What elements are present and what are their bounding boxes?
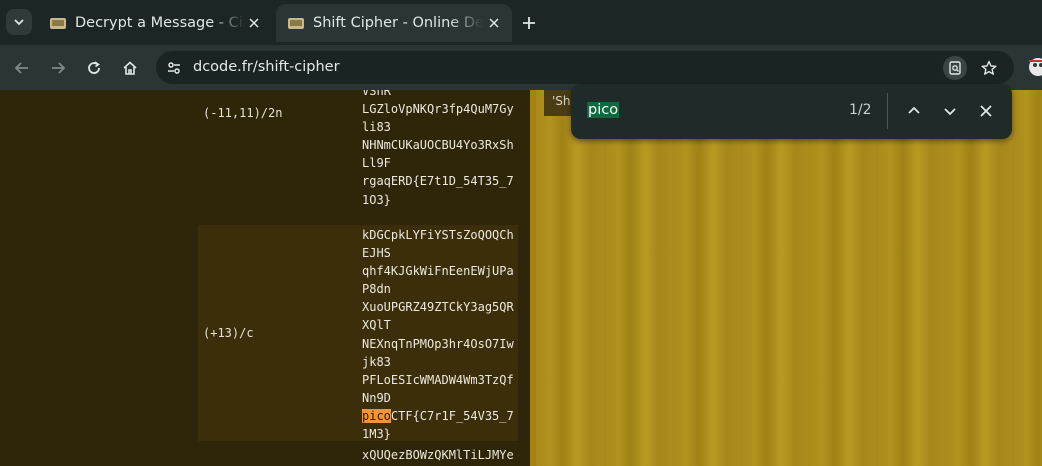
home-icon (123, 61, 137, 75)
chevron-down-icon (14, 19, 24, 26)
shift-label: (+13)/c (203, 326, 254, 340)
find-in-page-button[interactable] (943, 56, 967, 80)
table-row: (-11,11)/2n VSnR LGZloVpNKQr3fp4QuM7Gy li8… (198, 90, 518, 219)
bookmark-button[interactable] (978, 57, 1000, 79)
result-text: xQUQezBOWzQKMlTiLJMYe (362, 448, 514, 462)
home-button[interactable] (117, 55, 143, 81)
table-row: xQUQezBOWzQKMlTiLJMYe (198, 444, 518, 466)
site-info-button[interactable] (164, 58, 184, 78)
chevron-up-icon (908, 106, 920, 114)
tab-search-button[interactable] (6, 9, 32, 35)
tune-icon (168, 62, 180, 74)
right-panel (536, 90, 1042, 466)
tab-close-icon[interactable] (486, 15, 502, 31)
find-previous-button[interactable] (902, 99, 926, 123)
close-icon (980, 105, 992, 117)
plus-icon (523, 17, 535, 29)
find-query: pico (587, 102, 620, 118)
tab-close-icon[interactable] (246, 15, 262, 31)
arrow-right-icon (52, 62, 66, 74)
extension-icon[interactable] (1028, 53, 1042, 79)
arrow-left-icon (14, 62, 28, 74)
table-row: (+13)/c kDGCpkLYFiYSTsZoQOQCh EJHS qhf4KJG… (198, 225, 518, 441)
forward-button[interactable] (45, 55, 71, 81)
result-text: kDGCpkLYFiYSTsZoQOQCh EJHS qhf4KJGkWiFnEen… (362, 228, 514, 442)
find-next-button[interactable] (938, 99, 962, 123)
favicon-icon (50, 18, 66, 29)
star-icon (981, 60, 997, 75)
address-bar[interactable]: dcode.fr/shift-cipher (156, 51, 1014, 84)
chevron-down-icon (944, 108, 956, 116)
reload-button[interactable] (81, 55, 107, 81)
tab-decrypt-message[interactable]: Decrypt a Message - Ciph (38, 4, 272, 42)
result-text: VSnR LGZloVpNKQr3fp4QuM7Gy li83 NHNmCUKaUOC… (362, 90, 514, 207)
reload-icon (88, 61, 100, 74)
new-tab-button[interactable] (518, 12, 540, 34)
page-content: (-11,11)/2n VSnR LGZloVpNKQr3fp4QuM7Gy li8… (0, 90, 1042, 466)
find-input[interactable]: pico (587, 102, 620, 118)
find-close-button[interactable] (974, 99, 998, 123)
tab-title: Shift Cipher - Online Dec (313, 15, 483, 31)
url-text: dcode.fr/shift-cipher (193, 59, 340, 75)
shift-label: (-11,11)/2n (203, 106, 283, 120)
back-button[interactable] (9, 55, 35, 81)
tab-strip: Decrypt a Message - Ciph Shift Cipher - … (0, 0, 1042, 45)
find-separator (887, 93, 888, 129)
favicon-icon (288, 18, 304, 29)
tab-shift-cipher[interactable]: Shift Cipher - Online Dec (276, 4, 512, 42)
find-bar: pico 1/2 (571, 84, 1012, 139)
results-pane: (-11,11)/2n VSnR LGZloVpNKQr3fp4QuM7Gy li8… (0, 90, 530, 466)
search-match-highlight: pico (362, 408, 391, 423)
find-match-count: 1/2 (849, 102, 872, 118)
tab-title: Decrypt a Message - Ciph (75, 15, 245, 31)
find-in-page-icon (949, 61, 961, 75)
